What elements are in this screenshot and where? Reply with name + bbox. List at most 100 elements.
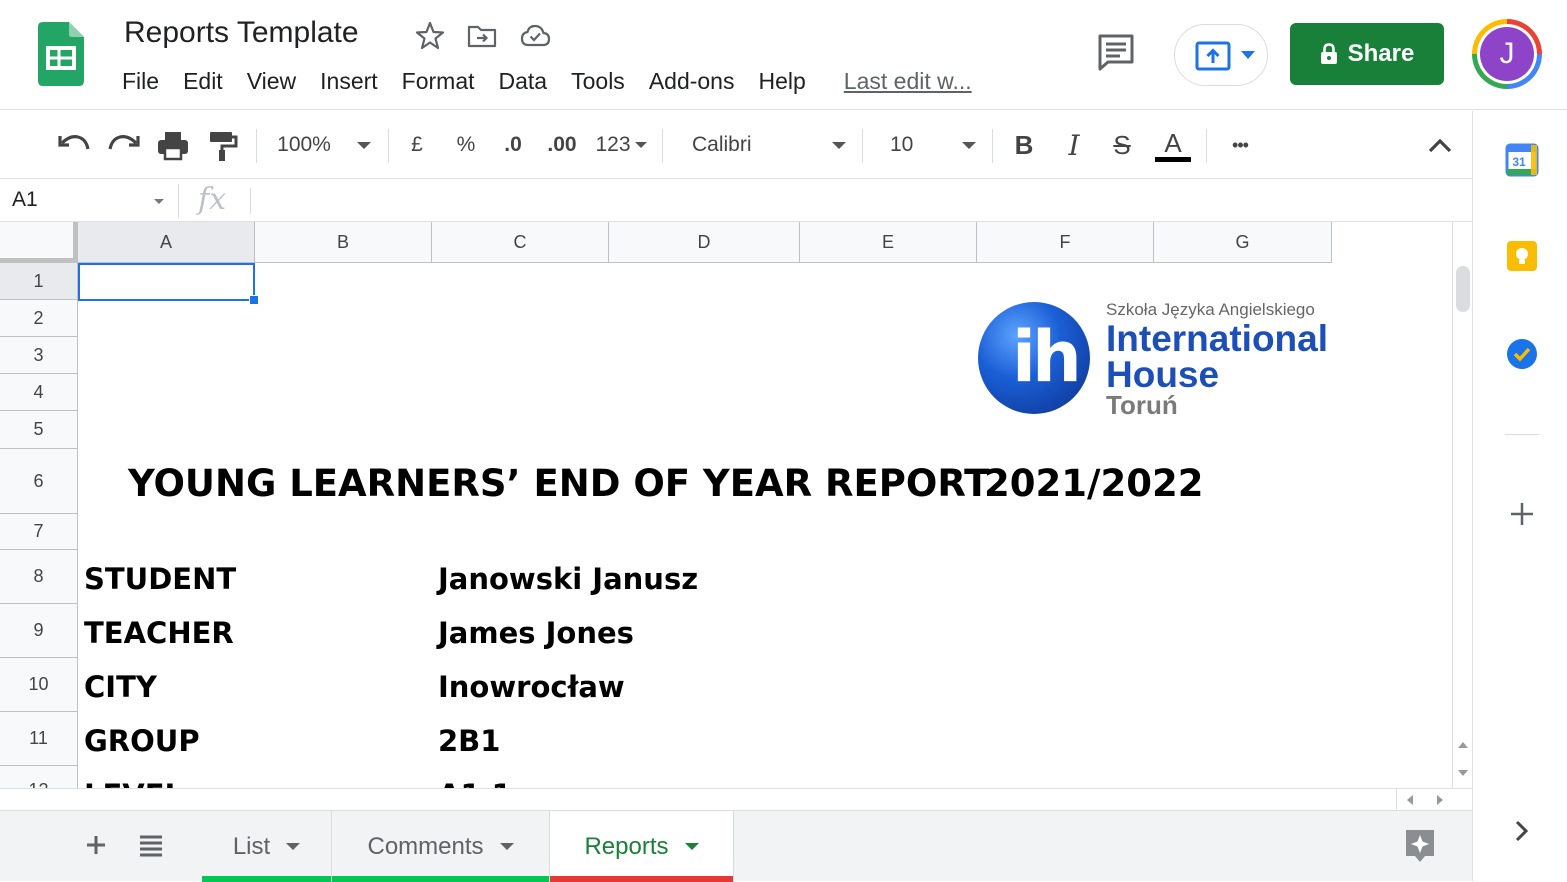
keep-icon[interactable] [1505,239,1539,273]
more-formats-button[interactable]: 123 [592,125,650,165]
vertical-scroll-thumb[interactable] [1456,266,1470,312]
row-header-10[interactable]: 10 [0,658,78,712]
collapse-toolbar-icon[interactable] [1424,125,1456,165]
paint-format-icon[interactable] [206,125,238,165]
share-button[interactable]: Share [1290,23,1444,85]
toolbar-divider [862,129,863,163]
menu-view[interactable]: View [235,66,308,100]
column-header-b[interactable]: B [255,222,432,263]
column-header-d[interactable]: D [609,222,800,263]
tab-color-bar [550,876,733,882]
sheet-tab-list[interactable]: List [202,811,332,882]
sheet-tab-reports[interactable]: Reports [550,811,734,882]
menu-edit[interactable]: Edit [171,66,235,100]
row-header-6[interactable]: 6 [0,449,78,514]
name-box[interactable]: A1 [12,188,38,212]
strikethrough-button[interactable]: S [1106,125,1138,165]
column-header-e[interactable]: E [800,222,977,263]
menu-file[interactable]: File [122,66,171,100]
menu-data[interactable]: Data [487,66,560,100]
font-size-select[interactable]: 10 [876,125,980,165]
scroll-down-icon[interactable] [1458,770,1468,778]
row-header-3[interactable]: 3 [0,337,78,374]
scroll-left-icon[interactable] [1406,795,1414,805]
column-header-a[interactable]: A [78,222,255,263]
formula-divider [178,184,179,218]
italic-button[interactable]: I [1058,125,1090,165]
menu-help[interactable]: Help [746,66,817,100]
calendar-icon[interactable]: 31 [1505,143,1539,177]
text-color-button[interactable]: A [1154,125,1192,165]
report-title: YOUNG LEARNERS’ END OF YEAR REPORT [128,462,990,505]
font-family-select[interactable]: Calibri [676,125,850,165]
menu-addons[interactable]: Add-ons [637,66,747,100]
row-header-2[interactable]: 2 [0,300,78,337]
last-edit-link[interactable]: Last edit w... [844,66,972,100]
row-header-11[interactable]: 11 [0,712,78,766]
toolbar-divider [662,129,663,163]
add-addon-icon[interactable] [1509,501,1535,527]
redo-icon[interactable] [106,125,142,165]
cloud-saved-icon[interactable] [519,20,551,52]
present-button[interactable] [1174,24,1268,86]
title-bar: Reports Template File Edit View Insert F… [0,0,1567,110]
font-family-value: Calibri [692,133,752,156]
sheet-tab-label: List [232,832,271,860]
formula-input[interactable] [262,188,1452,216]
row-header-1[interactable]: 1 [0,263,78,300]
column-header-c[interactable]: C [432,222,609,263]
chevron-down-icon [832,141,846,149]
chevron-down-icon[interactable] [154,199,164,204]
select-all-corner[interactable] [0,222,78,263]
row-header-8[interactable]: 8 [0,550,78,604]
sheet-tab-label: Comments [367,832,484,860]
ih-logo-image[interactable]: ih Szkoła Języka Angielskiego Internatio… [976,298,1336,428]
column-header-f[interactable]: F [977,222,1154,263]
star-icon[interactable] [414,20,446,52]
more-tools-button[interactable]: ••• [1222,125,1258,165]
active-cell-a1[interactable] [78,263,255,301]
percent-format-button[interactable]: % [451,125,481,165]
move-folder-icon[interactable] [466,20,498,52]
menu-insert[interactable]: Insert [308,66,390,100]
chevron-down-icon [684,843,699,850]
row-header-5[interactable]: 5 [0,411,78,449]
increase-decimal-label: .00 [547,133,577,156]
document-title[interactable]: Reports Template [124,16,359,50]
zoom-select[interactable]: 100% [272,125,376,165]
bold-button[interactable]: B [1008,125,1040,165]
print-icon[interactable] [156,125,190,165]
decrease-decimal-button[interactable]: .0 [496,125,530,165]
zoom-value: 100% [277,133,331,156]
chevron-right-icon[interactable] [1513,819,1531,843]
menu-tools[interactable]: Tools [559,66,637,100]
currency-format-button[interactable]: £ [402,125,432,165]
explore-icon[interactable] [1403,827,1437,865]
fill-handle[interactable] [249,295,259,305]
row-header-12[interactable]: 12 [0,766,78,788]
comment-history-icon[interactable] [1094,30,1138,74]
row-header-4[interactable]: 4 [0,374,78,411]
vertical-scrollbar[interactable] [1452,222,1472,788]
account-avatar[interactable]: J [1472,19,1542,89]
undo-icon[interactable] [56,125,92,165]
row-header-7[interactable]: 7 [0,514,78,550]
sheet-tab-comments[interactable]: Comments [332,811,550,882]
formatting-toolbar: 100% £ % .0 .00 123 Calibri 10 B I S A •… [0,111,1472,277]
scroll-up-icon[interactable] [1458,740,1468,748]
menu-format[interactable]: Format [390,66,487,100]
scroll-right-icon[interactable] [1436,795,1444,805]
add-sheet-icon[interactable] [84,833,108,857]
tasks-icon[interactable] [1505,337,1539,371]
increase-decimal-button[interactable]: .00 [544,125,580,165]
field-value-teacher: James Jones [438,616,634,650]
all-sheets-icon[interactable] [138,833,164,857]
sheets-logo-icon[interactable] [38,22,84,86]
formula-divider [250,188,251,214]
chevron-down-icon [634,142,647,148]
field-label-city: CITY [84,670,157,704]
horizontal-scrollbar[interactable] [0,788,1472,810]
column-header-g[interactable]: G [1154,222,1332,263]
row-header-9[interactable]: 9 [0,604,78,658]
field-label-student: STUDENT [84,562,237,596]
